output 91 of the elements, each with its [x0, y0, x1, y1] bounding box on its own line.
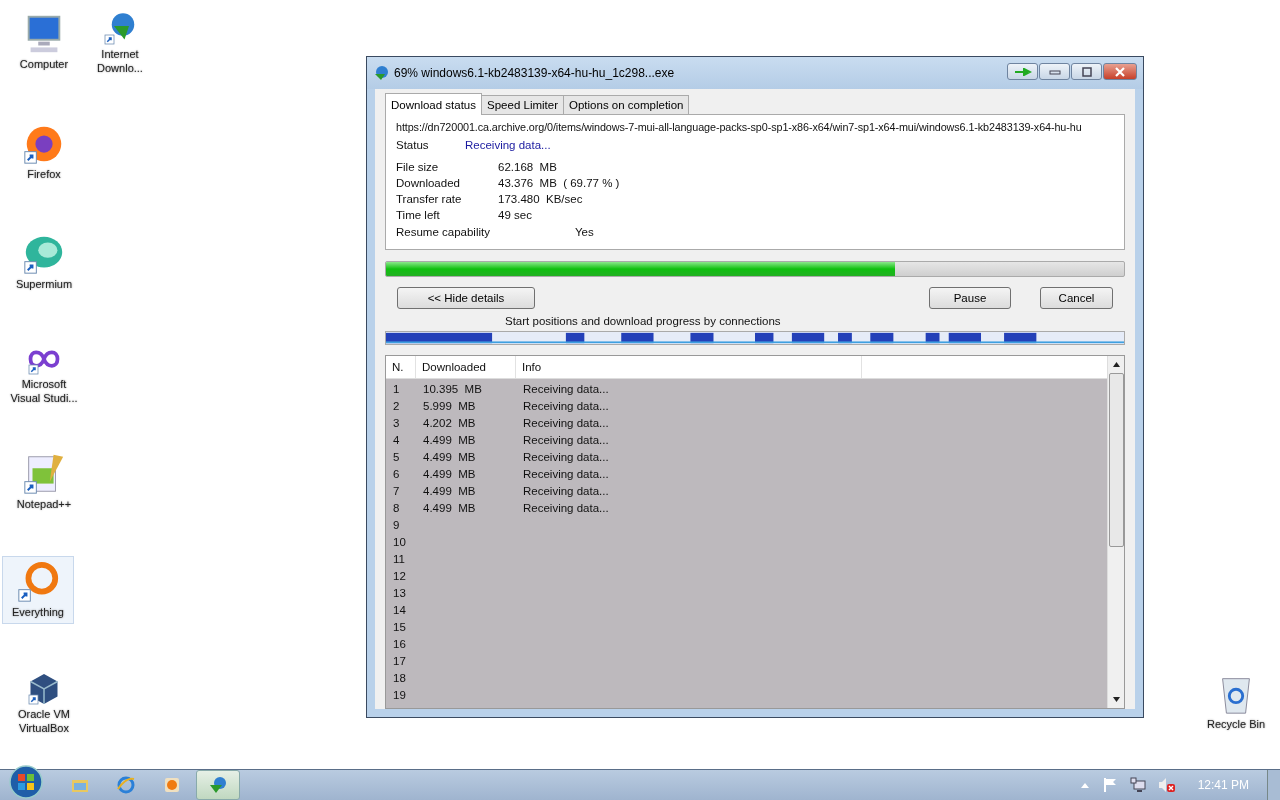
maximize-button[interactable] — [1071, 63, 1102, 80]
start-button[interactable] — [8, 764, 44, 800]
cancel-button[interactable]: Cancel — [1040, 287, 1113, 309]
desktop-icon[interactable]: Microsoft Visual Studi... — [8, 338, 80, 406]
status-label: Status — [396, 138, 430, 153]
column-header[interactable]: Downloaded — [416, 356, 516, 378]
flag-icon[interactable] — [1101, 777, 1118, 793]
column-header[interactable]: Info — [516, 356, 862, 378]
volume-muted-icon[interactable] — [1157, 777, 1176, 793]
table-cell-text: 6 — [392, 467, 401, 480]
scroll-down-icon — [1112, 697, 1120, 702]
desktop-icon[interactable]: Computer — [8, 8, 80, 76]
scroll-up-icon — [1112, 362, 1120, 367]
table-cell-text: 4 — [392, 433, 401, 446]
minimize-button[interactable] — [1039, 63, 1070, 80]
table-cell-text: 4.202 MB — [422, 416, 477, 429]
table-cell-text: 4.499 MB — [422, 433, 477, 446]
table-cell-text: 10.395 MB — [422, 382, 483, 395]
table-cell-text: Receiving data... — [522, 399, 610, 412]
table-cell-text: 7 — [392, 484, 401, 497]
detail-label: Transfer rate — [396, 192, 463, 207]
resume-label: Resume capability — [396, 225, 491, 240]
table-cell-text: 5.999 MB — [422, 399, 477, 412]
pause-button[interactable]: Pause — [929, 287, 1011, 309]
detail-value: 173.480 KB/sec — [498, 192, 583, 207]
detail-value: 49 sec — [498, 208, 532, 223]
show-hidden-icons-icon[interactable] — [1079, 781, 1090, 789]
hide-details-button[interactable]: << Hide details — [397, 287, 535, 309]
desktop-icon[interactable]: Notepad++ — [8, 448, 80, 516]
arrow-button[interactable] — [1007, 63, 1038, 80]
table-cell-text: 11 — [392, 552, 406, 565]
table-cell-text: 4.499 MB — [422, 467, 477, 480]
window-title: 69% windows6.1-kb2483139-x64-hu-hu_1c298...exe — [394, 66, 676, 80]
table-cell-text: Receiving data... — [522, 484, 610, 497]
network-icon[interactable] — [1129, 777, 1146, 793]
show-desktop-button[interactable] — [1267, 770, 1280, 800]
table-cell-text: Receiving data... — [522, 433, 610, 446]
desktop-icon[interactable]: Oracle VM VirtualBox — [8, 668, 80, 736]
close-icon — [1115, 66, 1125, 77]
table-cell-text: 17 — [392, 654, 407, 667]
detail-label: File size — [396, 160, 440, 175]
table-cell-text: 13 — [392, 586, 407, 599]
desktop-icon[interactable]: Firefox — [8, 118, 80, 186]
maximize-icon — [1081, 66, 1092, 77]
table-cell-text: 15 — [392, 620, 407, 633]
table-cell-text: 2 — [392, 399, 401, 412]
globe-icon — [373, 65, 389, 81]
arrow-icon — [1013, 67, 1032, 76]
status-value: Receiving data... — [465, 138, 551, 153]
table-cell-text: Receiving data... — [522, 467, 610, 480]
table-cell-text: 10 — [392, 535, 407, 548]
tab[interactable]: Speed Limiter — [481, 95, 564, 114]
ie-icon — [116, 775, 136, 795]
detail-label: Time left — [396, 208, 441, 223]
tab[interactable]: Options on completion — [563, 95, 690, 114]
connections-caption: Start positions and download progress by connections — [505, 314, 782, 328]
table-cell-text: Receiving data... — [522, 501, 610, 514]
table-cell-text: Receiving data... — [522, 450, 610, 463]
detail-label: Downloaded — [396, 176, 461, 191]
table-cell-text: 1 — [392, 382, 401, 395]
url-text: https://dn720001.ca.archive.org/0/items/windows-7-mui-all-language-packs-sp0-sp1-x86-x64/win7-sp1-x64-mui/windows6.1-kb2483139-x64-hu-hu — [396, 120, 1082, 135]
minimize-icon — [1048, 68, 1061, 75]
table-cell-text: 3 — [392, 416, 401, 429]
column-header[interactable]: N. — [386, 356, 416, 378]
detail-value: 43.376 MB ( 69.77 % ) — [498, 176, 620, 191]
table-cell-text: 5 — [392, 450, 401, 463]
desktop-icon[interactable]: Everything — [2, 556, 74, 624]
table-cell-text: 12 — [392, 569, 407, 582]
table-cell-text: Receiving data... — [522, 416, 610, 429]
table-cell-text: 4.499 MB — [422, 501, 477, 514]
table-cell-text: 8 — [392, 501, 401, 514]
table-cell-text: Receiving data... — [522, 382, 610, 395]
scrollbar[interactable] — [1107, 356, 1124, 708]
table-cell-text: 4.499 MB — [422, 450, 477, 463]
table-cell-text: 18 — [392, 671, 407, 684]
media-icon — [162, 775, 182, 795]
idm-icon — [208, 775, 228, 795]
desktop-icon[interactable]: Supermium — [8, 228, 80, 296]
close-button[interactable] — [1103, 63, 1137, 80]
taskbar-app[interactable] — [196, 770, 240, 800]
desktop-icon[interactable]: Internet Downlo... — [84, 8, 156, 76]
table-cell-text: 4.499 MB — [422, 484, 477, 497]
resume-value: Yes — [575, 225, 594, 240]
ring-icon — [15, 559, 61, 605]
detail-value: 62.168 MB — [498, 160, 557, 175]
table-cell-text: 19 — [392, 688, 407, 701]
table-cell-text: 9 — [392, 518, 401, 531]
tab[interactable]: Download status — [385, 93, 483, 115]
desktop-icon[interactable]: Recycle Bin — [1200, 668, 1272, 736]
table-cell-text: 14 — [392, 603, 407, 616]
table-cell-text: 16 — [392, 637, 407, 650]
